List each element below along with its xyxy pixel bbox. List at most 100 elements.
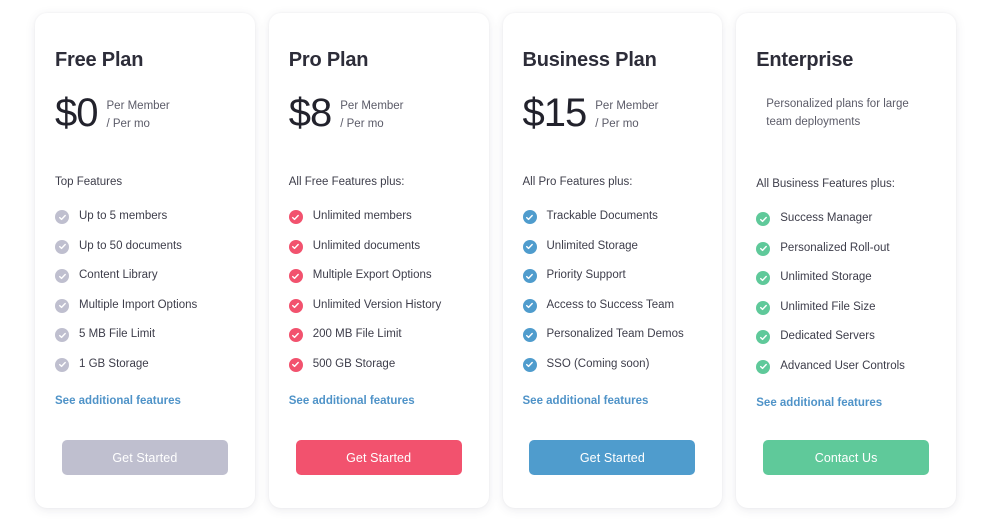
features-list-free: Up to 5 members Up to 50 documents Content… [55, 210, 235, 387]
check-circle-icon [756, 271, 771, 285]
cta-button-free[interactable]: Get Started [61, 440, 228, 475]
check-circle-icon [288, 269, 303, 283]
plan-price-unit-line2-free: / Per mo [106, 117, 150, 130]
cta-button-pro[interactable]: Get Started [295, 440, 462, 475]
plan-price-unit-line1-business: Per Member [595, 100, 659, 112]
plan-price-unit-business: Per Member / Per mo [595, 94, 658, 134]
pricing-plans-container: Free Plan $0 Per Member / Per mo Top Feature… [0, 0, 991, 527]
feature-label: Up to 50 documents [79, 239, 182, 252]
feature-item: Advanced User Controls [756, 359, 936, 374]
check-circle-icon [288, 210, 303, 224]
feature-label: 5 MB File Limit [79, 328, 156, 341]
check-circle-icon [55, 239, 69, 254]
feature-label: Unlimited Storage [546, 239, 638, 252]
feature-label: Up to 5 members [79, 210, 168, 223]
features-list-business: Trackable Documents Unlimited Storage Prio… [522, 210, 703, 387]
feature-label: Trackable Documents [546, 210, 658, 223]
plan-title-business: Business Plan [522, 49, 657, 71]
plan-price-amount-business: $15 [522, 91, 588, 135]
see-additional-features-link-business[interactable]: See additional features [523, 395, 703, 407]
feature-label: Multiple Import Options [79, 298, 198, 311]
feature-label: 500 GB Storage [312, 357, 396, 370]
check-circle-icon [288, 239, 303, 254]
feature-item: Priority Support [522, 269, 703, 283]
plan-price-row-pro: $8 Per Member / Per mo [289, 93, 469, 140]
check-circle-icon [55, 328, 69, 342]
features-list-enterprise: Success Manager Personalized Roll-out Unli… [756, 212, 936, 389]
plan-price-unit-line2-business: / Per mo [595, 117, 639, 130]
feature-label: Access to Success Team [546, 298, 675, 311]
plan-price-amount-free: $0 [55, 91, 98, 135]
plan-card-business: Business Plan $15 Per Member / Per mo All Pr… [502, 13, 723, 508]
feature-label: SSO (Coming soon) [546, 357, 650, 370]
check-circle-icon [522, 328, 537, 342]
plan-price-row-business: $15 Per Member / Per mo [522, 91, 703, 140]
feature-item: SSO (Coming soon) [522, 357, 703, 372]
check-circle-icon [522, 239, 537, 254]
feature-item: 5 MB File Limit [55, 328, 235, 342]
plan-price-unit-line2-pro: / Per mo [340, 117, 384, 130]
feature-item: Unlimited File Size [756, 300, 936, 315]
feature-label: Unlimited Storage [780, 271, 872, 284]
cta-wrapper-business: Get Started [523, 440, 703, 508]
feature-item: Access to Success Team [522, 298, 703, 313]
feature-label: Personalized Roll-out [780, 241, 890, 254]
plan-card-free: Free Plan $0 Per Member / Per mo Top Feature… [35, 13, 255, 508]
feature-label: Priority Support [546, 269, 626, 282]
feature-item: 200 MB File Limit [288, 328, 469, 342]
check-circle-icon [756, 212, 771, 226]
feature-item: 500 GB Storage [288, 357, 469, 372]
check-circle-icon [55, 357, 69, 372]
plan-price-unit-line1-pro: Per Member [340, 100, 404, 112]
check-circle-icon [288, 328, 303, 342]
feature-label: Advanced User Controls [780, 359, 905, 372]
feature-item: Multiple Export Options [288, 269, 469, 283]
feature-label: Unlimited members [312, 210, 412, 223]
feature-item: Up to 50 documents [55, 239, 235, 254]
feature-label: Success Manager [780, 212, 873, 225]
plan-title-free: Free Plan [55, 49, 144, 71]
feature-label: 1 GB Storage [79, 357, 149, 370]
check-circle-icon [55, 298, 69, 313]
feature-label: Unlimited documents [312, 239, 421, 252]
check-circle-icon [756, 330, 771, 344]
check-circle-icon [522, 210, 537, 224]
plan-card-enterprise: Enterprise Personalized plans for large t… [736, 13, 956, 508]
plan-price-row-free: $0 Per Member / Per mo [55, 91, 235, 140]
features-heading-pro: All Free Features plus: [288, 176, 405, 188]
cta-button-enterprise[interactable]: Contact Us [763, 440, 930, 475]
feature-item: Up to 5 members [55, 210, 235, 224]
feature-item: Trackable Documents [522, 210, 703, 224]
check-circle-icon [55, 210, 69, 224]
feature-label: Dedicated Servers [780, 330, 875, 343]
plan-description-enterprise: Personalized plans for large team deploy… [766, 98, 909, 128]
plan-title-pro: Pro Plan [288, 49, 369, 71]
feature-label: Content Library [79, 269, 158, 282]
feature-item: Content Library [55, 269, 235, 283]
feature-item: Multiple Import Options [55, 298, 235, 313]
cta-button-business[interactable]: Get Started [529, 440, 696, 475]
check-circle-icon [522, 298, 537, 313]
plan-card-pro: Pro Plan $8 Per Member / Per mo All Free Fea… [268, 13, 489, 508]
check-circle-icon [55, 269, 69, 283]
check-circle-icon [756, 300, 771, 315]
feature-item: Personalized Roll-out [756, 241, 936, 256]
feature-label: Multiple Export Options [312, 269, 432, 282]
see-additional-features-link-free[interactable]: See additional features [55, 395, 235, 407]
plan-price-unit-line1-free: Per Member [106, 100, 170, 112]
check-circle-icon [756, 359, 771, 374]
feature-label: 200 MB File Limit [312, 328, 402, 341]
cta-wrapper-free: Get Started [55, 440, 235, 508]
feature-item: Unlimited members [288, 210, 469, 224]
feature-label: Unlimited File Size [780, 300, 876, 313]
feature-item: Dedicated Servers [756, 330, 936, 344]
features-heading-enterprise: All Business Features plus: [756, 178, 895, 190]
feature-item: Unlimited documents [288, 239, 469, 254]
feature-item: Personalized Team Demos [522, 328, 703, 342]
plan-price-unit-pro: Per Member / Per mo [340, 94, 403, 134]
see-additional-features-link-enterprise[interactable]: See additional features [756, 397, 936, 409]
see-additional-features-link-pro[interactable]: See additional features [289, 395, 469, 407]
feature-item: Unlimited Storage [522, 239, 703, 254]
features-list-pro: Unlimited members Unlimited documents Mult… [288, 210, 469, 387]
features-heading-free: Top Features [55, 176, 123, 188]
